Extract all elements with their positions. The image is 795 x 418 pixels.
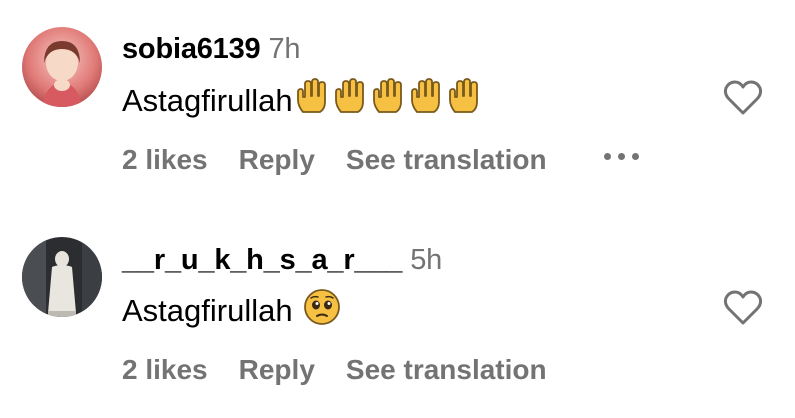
avatar[interactable] — [22, 237, 102, 317]
pleading-face-icon — [303, 288, 341, 334]
comment-text: Astagfirullah — [122, 288, 341, 334]
comment-text-body: Astagfirullah — [122, 293, 293, 328]
username-text[interactable]: __r_u_k_h_s_a_r___ — [122, 244, 402, 276]
comment-username[interactable]: __r_u_k_h_s_a_r___ 5h — [122, 244, 442, 277]
comment-timestamp: 5h — [410, 244, 443, 276]
comment-actions: 2 likes Reply See translation — [122, 354, 578, 386]
heart-icon[interactable] — [723, 290, 763, 326]
likes-count[interactable]: 2 likes — [122, 354, 208, 386]
comment-item: __r_u_k_h_s_a_r___ 5h Astagfirullah 2 lik… — [0, 0, 795, 418]
reply-button[interactable]: Reply — [239, 354, 315, 386]
see-translation-link[interactable]: See translation — [346, 354, 547, 386]
